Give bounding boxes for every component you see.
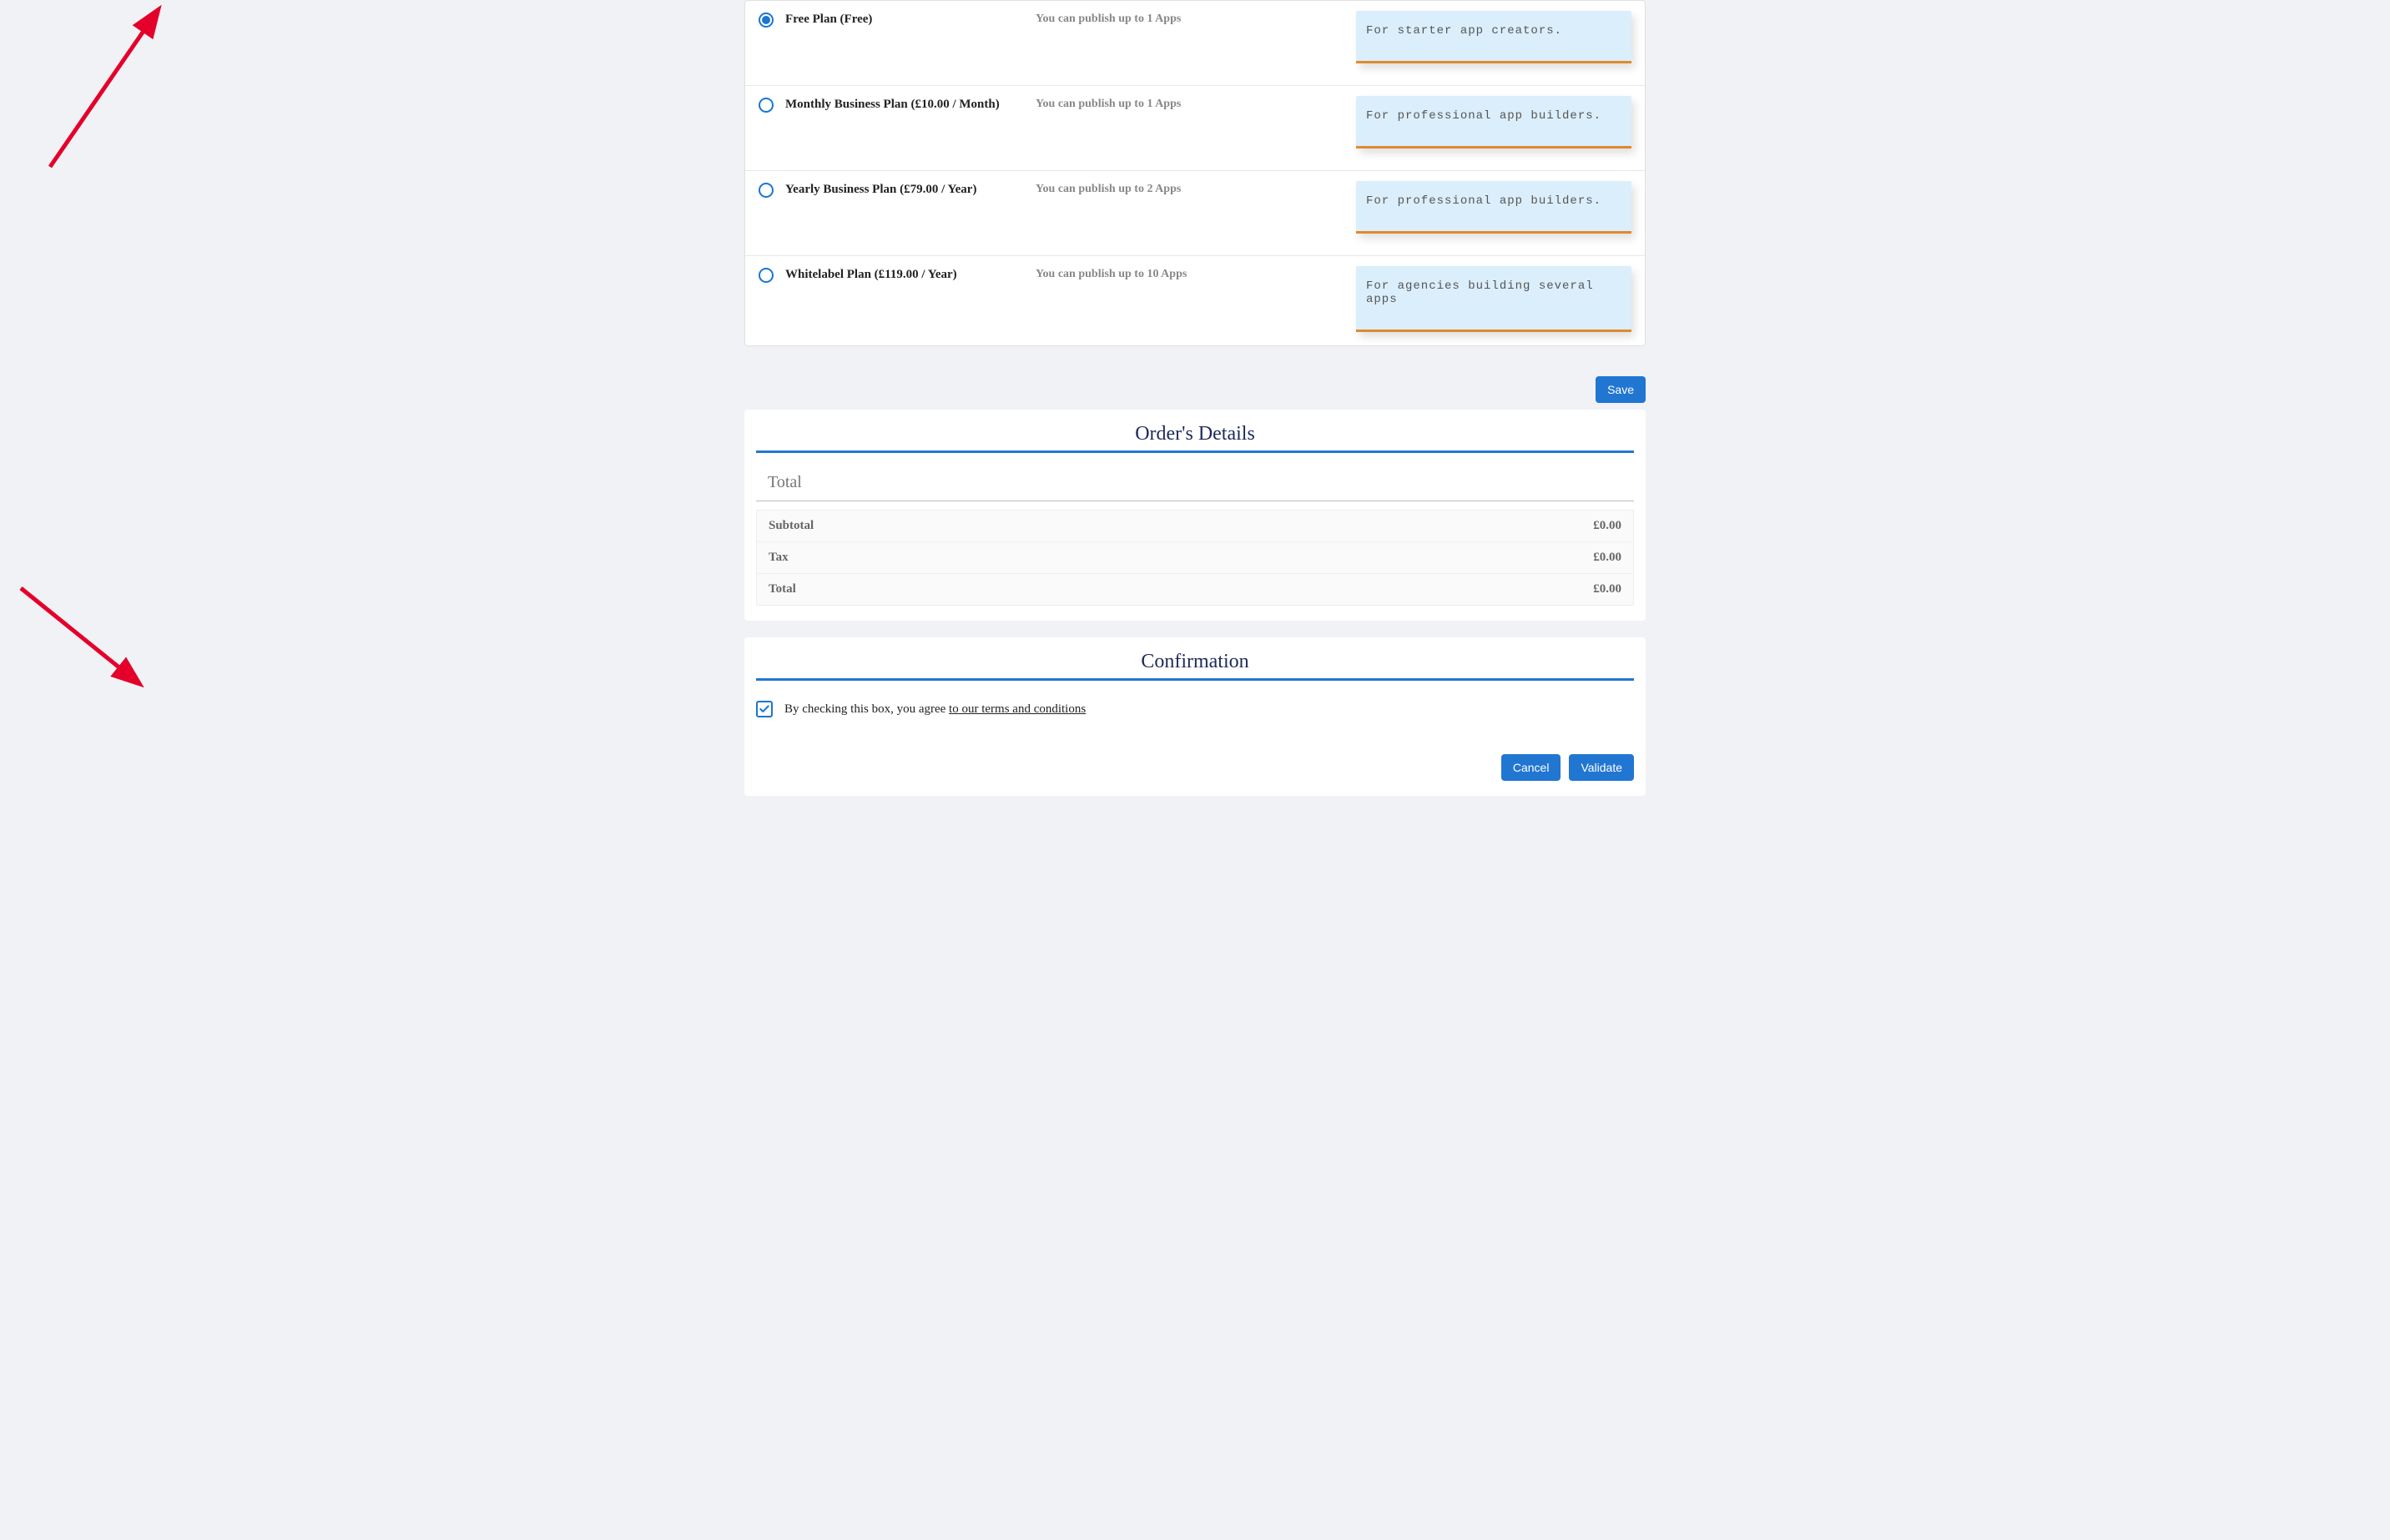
plan-radio[interactable]: [759, 268, 774, 283]
order-details-title: Order's Details: [756, 420, 1634, 453]
order-row-value: £0.00: [1593, 582, 1621, 596]
plan-name: Monthly Business Plan (£10.00 / Month): [785, 98, 1036, 112]
plan-note: For professional app builders.: [1356, 181, 1631, 234]
plan-description: You can publish up to 1 Apps: [1036, 13, 1356, 26]
order-details-section: Order's Details Total Subtotal £0.00 Tax £0…: [744, 410, 1646, 621]
validate-button[interactable]: Validate: [1569, 754, 1634, 781]
plan-description: You can publish up to 1 Apps: [1036, 98, 1356, 111]
plan-note: For professional app builders.: [1356, 96, 1631, 148]
plan-row: Whitelabel Plan (£119.00 / Year)You can …: [745, 256, 1645, 345]
order-row-label: Total: [769, 582, 796, 596]
confirmation-section: Confirmation By checking this box, you a…: [744, 637, 1646, 796]
plan-row: Free Plan (Free)You can publish up to 1 …: [745, 1, 1645, 86]
plan-description: You can publish up to 2 Apps: [1036, 183, 1356, 196]
plan-radio[interactable]: [759, 98, 774, 113]
plan-description: You can publish up to 10 Apps: [1036, 268, 1356, 281]
save-row: Save: [744, 363, 1646, 410]
order-row: Subtotal £0.00: [757, 511, 1633, 542]
plan-radio[interactable]: [759, 183, 774, 198]
order-table: Subtotal £0.00 Tax £0.00 Total £0.00: [756, 510, 1634, 606]
order-row-label: Tax: [769, 551, 789, 565]
order-row: Tax £0.00: [757, 542, 1633, 574]
actions-row: Cancel Validate: [744, 722, 1646, 781]
plan-note: For agencies building several apps: [1356, 266, 1631, 332]
terms-checkbox[interactable]: [756, 701, 773, 717]
cancel-button[interactable]: Cancel: [1501, 754, 1561, 781]
order-row-label: Subtotal: [769, 519, 814, 533]
order-row: Total £0.00: [757, 574, 1633, 605]
plan-row: Monthly Business Plan (£10.00 / Month)Yo…: [745, 86, 1645, 171]
plan-name: Whitelabel Plan (£119.00 / Year): [785, 268, 1036, 282]
terms-link[interactable]: to our terms and conditions: [949, 702, 1086, 716]
plan-radio[interactable]: [759, 13, 774, 28]
order-row-value: £0.00: [1593, 519, 1621, 533]
confirmation-title: Confirmation: [756, 647, 1634, 681]
confirm-prefix: By checking this box, you agree: [784, 702, 949, 716]
confirm-text: By checking this box, you agree to our t…: [784, 702, 1086, 717]
annotation-arrow-2: [8, 576, 159, 726]
total-heading: Total: [756, 468, 1634, 501]
confirm-row: By checking this box, you agree to our t…: [744, 696, 1646, 722]
plans-card: Free Plan (Free)You can publish up to 1 …: [744, 0, 1646, 346]
annotation-arrow-1: [33, 0, 184, 175]
plan-name: Free Plan (Free): [785, 13, 1036, 27]
plan-note: For starter app creators.: [1356, 11, 1631, 63]
order-row-value: £0.00: [1593, 551, 1621, 565]
plan-row: Yearly Business Plan (£79.00 / Year)You …: [745, 171, 1645, 256]
plan-name: Yearly Business Plan (£79.00 / Year): [785, 183, 1036, 197]
check-icon: [759, 703, 770, 715]
save-button[interactable]: Save: [1596, 376, 1646, 403]
